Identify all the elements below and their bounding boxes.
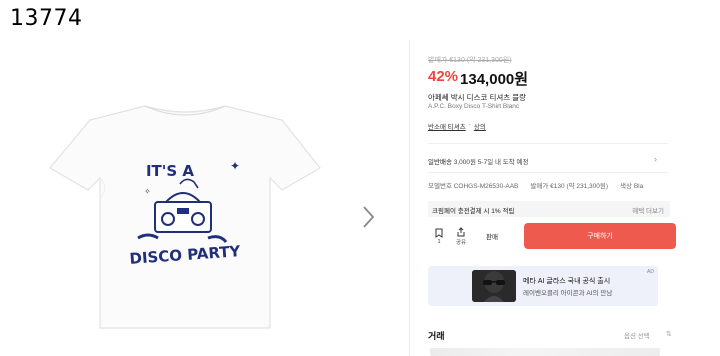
svg-text:✦: ✦	[230, 159, 240, 173]
option-select[interactable]: 옵션 선택	[624, 330, 650, 340]
color-label: 색상	[620, 183, 632, 190]
product-image-panel: IT'S A ✦ ✧ DISCO PARTY	[0, 40, 408, 356]
sell-button[interactable]: 판매	[480, 223, 504, 249]
product-info-panel: 발매가 €130 (약 231,300원) 42% 134,000원 아페쎄 박…	[410, 40, 720, 356]
discount-rate: 42%	[428, 68, 459, 85]
share-button[interactable]: 공유	[450, 223, 472, 249]
breadcrumb-separator: ·	[468, 121, 471, 128]
svg-text:✧: ✧	[144, 187, 151, 196]
original-price: 발매가 €130 (약 231,300원)	[428, 57, 512, 64]
shipping-fee: 3,000원	[453, 159, 476, 166]
model-number: COHGS-M26530-AAB	[453, 183, 519, 190]
blurred-trade-row	[430, 348, 660, 356]
shipping-info[interactable]: 일반배송 3,000원 5-7일 내 도착 예정	[428, 156, 529, 166]
breadcrumb-item-tops[interactable]: 상의	[474, 121, 486, 131]
save-button[interactable]: 1	[428, 223, 450, 249]
ad-badge: AD	[647, 269, 654, 275]
sort-icon[interactable]: ⇅	[666, 330, 672, 338]
product-title-ko: 아페쎄 박시 디스코 티셔츠 블랑	[428, 93, 527, 102]
ad-title: 메타 AI 글라스 국내 공식 출시	[523, 278, 611, 285]
points-text: 크림페이 충전결제 시 1% 적립	[432, 208, 515, 215]
benefits-more-link[interactable]: 혜택 더보기	[632, 205, 664, 215]
trade-section-title: 거래	[428, 331, 445, 341]
buy-button[interactable]: 구매하기	[524, 223, 676, 249]
product-image: IT'S A ✦ ✧ DISCO PARTY	[49, 105, 321, 329]
breadcrumb-item-tshirts[interactable]: 반소매 티셔츠	[428, 121, 466, 131]
page-id: 13774	[10, 6, 83, 31]
release-price-value: €130 (약 231,300원)	[550, 183, 609, 190]
share-icon	[457, 226, 465, 236]
color-value: Bla	[633, 183, 644, 190]
release-price-label: 발매가	[530, 183, 549, 190]
save-count: 1	[437, 238, 441, 245]
chevron-right-icon[interactable]	[358, 204, 378, 230]
share-label: 공유	[455, 239, 467, 246]
product-title-en: A.P.C. Boxy Disco T-Shirt Blanc	[428, 103, 520, 110]
model-label: 모델번호	[428, 183, 452, 190]
price-row: 42% 134,000원	[428, 68, 528, 89]
ad-thumbnail	[472, 270, 516, 302]
model-info-row: 모델번호 COHGS-M26530-AAB 발매가 €130 (약 231,30…	[428, 180, 668, 190]
ad-banner[interactable]: 메타 AI 글라스 국내 공식 출시 레이벤오클리 아이콘과 AI의 만남 AD	[428, 266, 658, 306]
graphic-top-text: IT'S A	[146, 162, 194, 180]
divider	[428, 143, 668, 144]
action-bar: 1 공유 판매 구매하기	[428, 223, 676, 249]
current-price: 134,000원	[460, 71, 529, 88]
ad-subtitle: 레이벤오클리 아이콘과 AI의 만남	[523, 290, 613, 297]
bookmark-icon	[435, 228, 443, 238]
breadcrumb: 반소매 티셔츠 · 상의	[428, 121, 486, 131]
points-benefit-row[interactable]: 크림페이 충전결제 시 1% 적립 혜택 더보기	[428, 201, 670, 217]
divider	[428, 172, 668, 173]
shipping-label: 일반배송	[428, 159, 452, 166]
chevron-right-icon[interactable]: ›	[654, 154, 657, 164]
shipping-eta: 5-7일 내 도착 예정	[477, 159, 529, 166]
